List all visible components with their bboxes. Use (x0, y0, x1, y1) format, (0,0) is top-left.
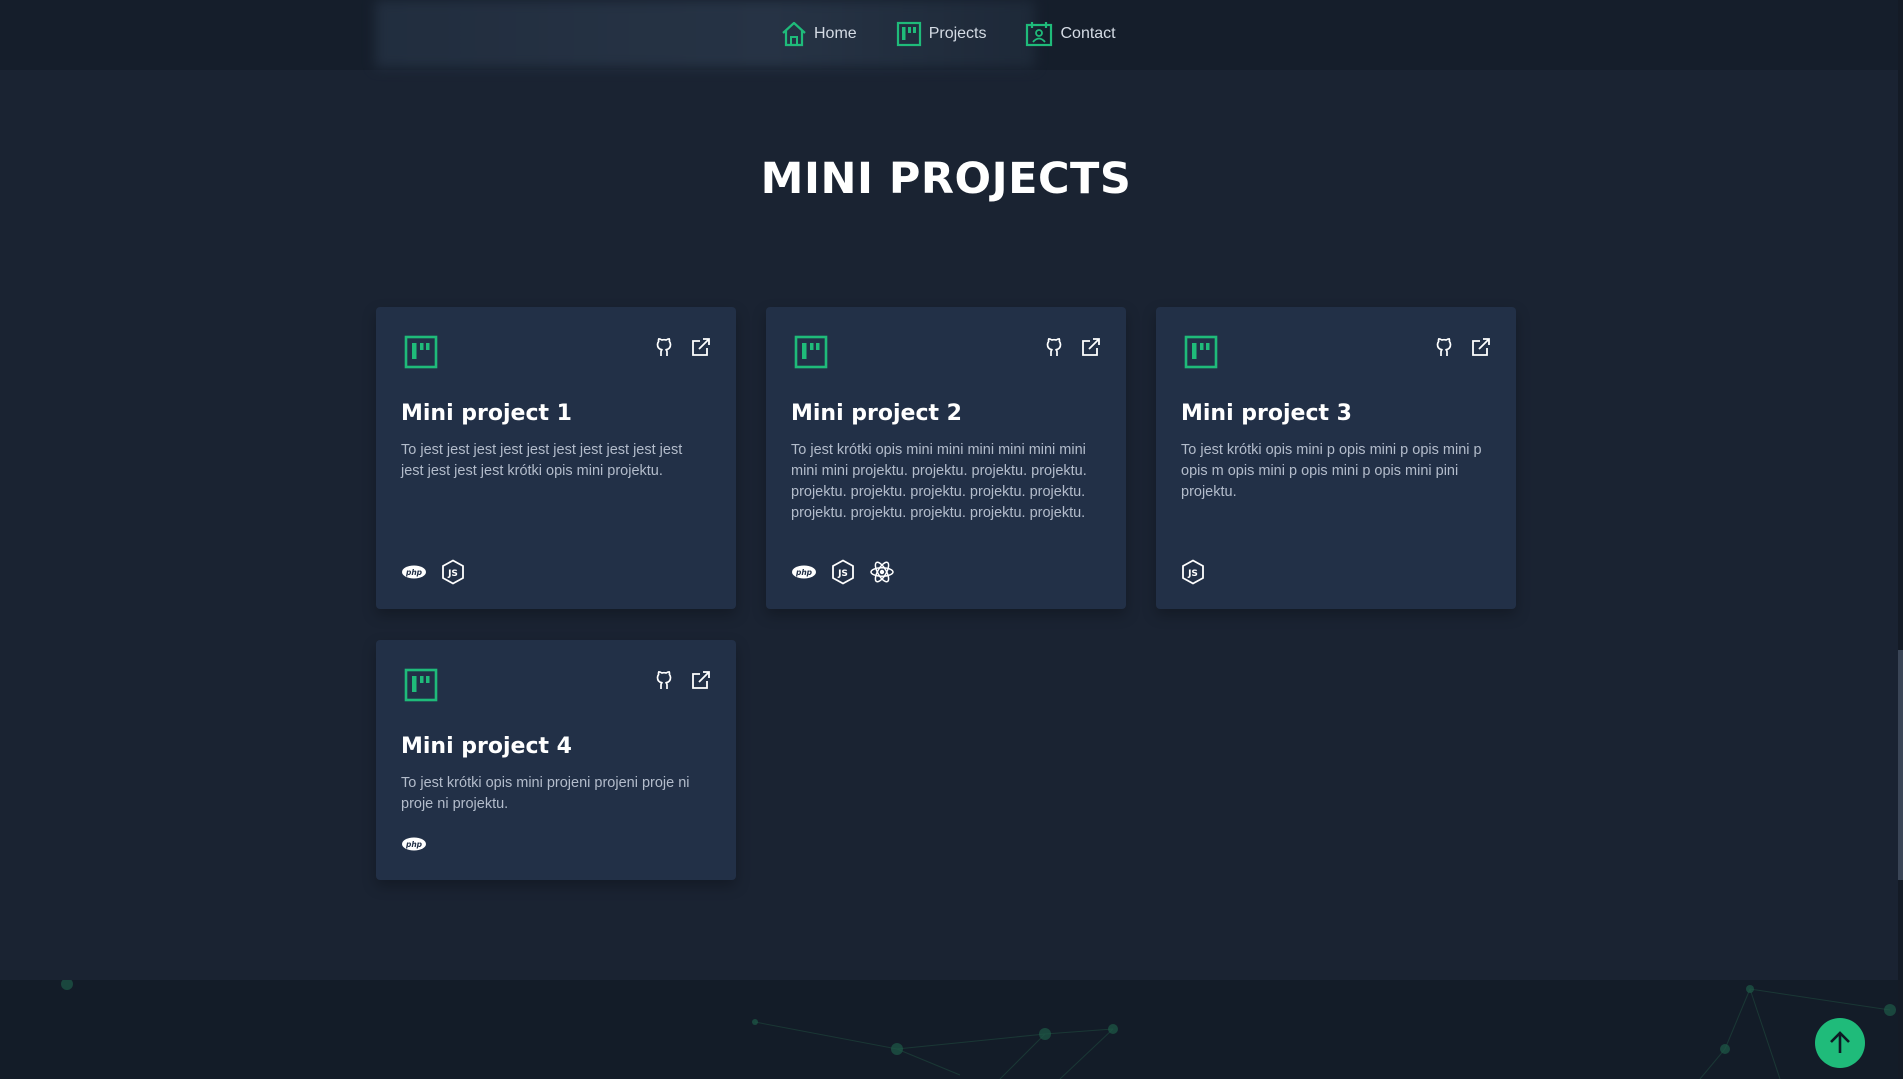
github-icon[interactable] (653, 336, 675, 358)
project-title: Mini project 4 (401, 734, 572, 759)
project-description: To jest krótki opis mini projeni projeni… (401, 775, 690, 812)
project-card: Mini project 3 To jest krótki opis mini … (1156, 307, 1516, 609)
svg-text:php: php (405, 840, 423, 849)
react-icon (870, 561, 894, 583)
github-icon[interactable] (1043, 336, 1065, 358)
svg-text:JS: JS (447, 569, 458, 579)
project-title: Mini project 3 (1181, 401, 1352, 426)
home-icon (782, 21, 806, 47)
contact-icon (1026, 22, 1053, 47)
nav-link-home[interactable]: Home (780, 20, 857, 48)
scrollbar[interactable] (1898, 0, 1903, 1079)
scrollbar-thumb[interactable] (1898, 650, 1903, 880)
project-card: Mini project 1 To jest jest jest jest je… (376, 307, 736, 609)
nodejs-icon: JS (442, 559, 464, 585)
nav-link-contact[interactable]: Contact (1024, 20, 1116, 48)
tech-list: php (401, 836, 427, 852)
nav-links: Home Projects Contact (780, 20, 1116, 48)
page-title: MINI PROJECTS (760, 154, 1132, 204)
project-description: To jest krótki opis mini p opis mini p o… (1181, 442, 1482, 500)
github-icon[interactable] (1433, 336, 1455, 358)
project-card: Mini project 2 To jest krótki opis mini … (766, 307, 1126, 609)
tech-list: JS (1181, 559, 1205, 585)
nodejs-icon: JS (832, 559, 854, 585)
external-link-icon[interactable] (1470, 336, 1492, 358)
footer (0, 980, 1903, 1079)
project-card: Mini project 4 To jest krótki opis mini … (376, 640, 736, 880)
external-link-icon[interactable] (1080, 336, 1102, 358)
navbar: Home Projects Contact (0, 0, 1903, 70)
tech-list: php JS (401, 559, 465, 585)
php-icon: php (792, 565, 816, 579)
projects-icon (896, 21, 921, 47)
external-link-icon[interactable] (690, 669, 712, 691)
project-title: Mini project 1 (401, 401, 572, 426)
svg-text:php: php (795, 568, 813, 577)
external-link-icon[interactable] (690, 336, 712, 358)
project-title: Mini project 2 (791, 401, 962, 426)
project-folder-icon (1184, 335, 1218, 369)
nav-link-label: Contact (1060, 25, 1116, 42)
nav-link-projects[interactable]: Projects (895, 20, 987, 48)
svg-text:JS: JS (1187, 569, 1198, 579)
php-icon: php (402, 837, 426, 851)
project-description: To jest jest jest jest jest jest jest je… (401, 442, 683, 479)
nav-link-label: Home (814, 25, 857, 42)
project-description: To jest krótki opis mini mini mini mini … (791, 442, 1087, 521)
project-folder-icon (404, 335, 438, 369)
php-icon: php (402, 565, 426, 579)
project-folder-icon (404, 668, 438, 702)
nav-link-label: Projects (928, 25, 987, 42)
nodejs-icon: JS (1182, 559, 1204, 585)
svg-text:php: php (405, 568, 423, 577)
tech-list: php JS (791, 559, 895, 585)
project-folder-icon (794, 335, 828, 369)
arrow-up-icon (1830, 1031, 1850, 1053)
svg-text:JS: JS (837, 569, 848, 579)
network-decoration (61, 980, 1896, 1079)
scroll-to-top-button[interactable] (1815, 1018, 1865, 1068)
github-icon[interactable] (653, 669, 675, 691)
